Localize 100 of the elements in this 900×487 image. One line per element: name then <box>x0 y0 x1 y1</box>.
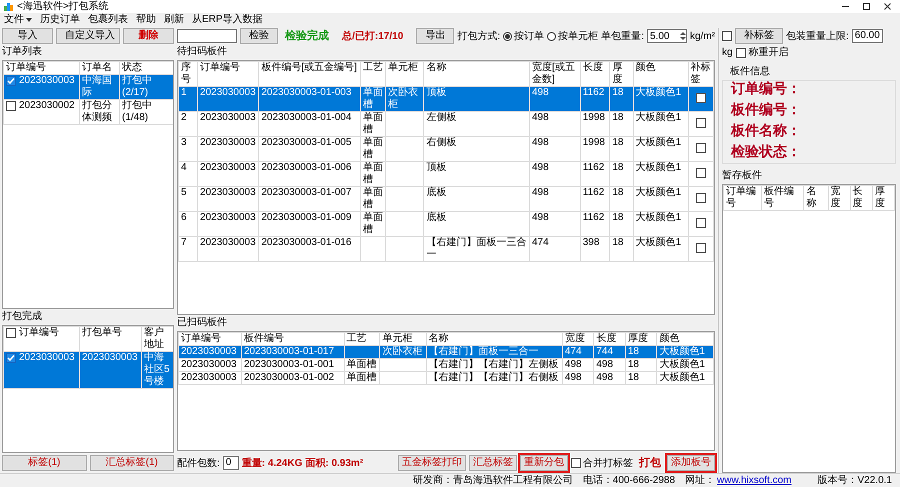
spinner-field[interactable]: 5.00 <box>646 29 687 43</box>
table-row[interactable]: 2 2023030003 2023030003-01-004 单面槽 左侧板 498 1998 18 大板颜色1 <box>178 112 714 136</box>
weight-text: 重量: 4.24KG <box>242 456 302 470</box>
button[interactable]: 检验 <box>240 28 278 44</box>
table-row[interactable]: 4 2023030003 2023030003-01-006 单面槽 顶板 498 1162 18 大板颜色1 <box>178 162 714 186</box>
menu-item[interactable]: 文件 <box>4 14 32 26</box>
checkbox[interactable] <box>696 168 706 178</box>
table-row[interactable]: 2023030002 打包分体测频 打包中(1/48) <box>4 100 173 124</box>
table-row[interactable]: 2023030003 2023030003-01-001 单面槽 【右建门】【右建门】左侧板 498 498 18 大板颜色1 <box>178 358 714 372</box>
table-row[interactable]: 2023030003 2023030003-01-017 次卧衣柜 【右建门】面板一三合一 474 744 18 大板颜色1 <box>178 346 714 358</box>
search-field[interactable] <box>177 29 237 43</box>
button[interactable]: 自定义导入 <box>56 28 120 44</box>
column-header: 名称 <box>424 62 530 86</box>
radio-option[interactable]: 按订单 <box>503 28 544 44</box>
checkbox[interactable] <box>696 118 706 128</box>
button[interactable]: 导出 <box>416 28 454 44</box>
status-text: 网址： <box>685 474 716 487</box>
section-label: 打包完成 <box>2 311 43 323</box>
checkbox-label: 称重开启 <box>748 46 789 60</box>
button[interactable]: 标签(1) <box>2 455 86 471</box>
spinner-arrows-icon[interactable] <box>680 31 686 41</box>
checkbox[interactable] <box>6 76 16 86</box>
table-cell: 498 <box>594 372 626 384</box>
column-header: 序号 <box>178 62 198 86</box>
status-text: 版本号：V22.0.1 <box>818 474 892 487</box>
section-label: 已扫码板件 <box>177 317 228 329</box>
table-row[interactable]: 6 2023030003 2023030003-01-009 单面槽 底板 498 1162 18 大板颜色1 <box>178 212 714 236</box>
checkbox[interactable] <box>6 328 16 338</box>
table-row[interactable]: 2023030003 2023030003 中海社区5号楼 <box>4 352 173 388</box>
menu-item[interactable]: 刷新 <box>164 14 184 26</box>
section-label: 待扫码板件 <box>177 46 228 58</box>
button[interactable]: 打包 <box>636 455 664 471</box>
table-row[interactable]: 2023030003 中海国际 打包中(2/17) <box>4 74 173 100</box>
button[interactable]: 删除 <box>123 28 174 44</box>
checkbox[interactable] <box>696 143 706 154</box>
window-title: <海迅软件>打包系统 <box>17 0 109 12</box>
table-cell: 2023030003-01-002 <box>241 372 344 384</box>
checkbox[interactable] <box>6 101 16 111</box>
table-cell: 498 <box>562 372 594 384</box>
checkbox[interactable] <box>6 353 16 363</box>
table-cell: 单面槽 <box>344 372 380 384</box>
checkbox[interactable] <box>696 93 706 104</box>
field-label: 板件名称： <box>731 123 802 141</box>
checkbox[interactable] <box>696 218 706 228</box>
checkbox[interactable] <box>571 458 581 468</box>
button[interactable]: 五金标签打印 <box>398 455 466 471</box>
table-cell: 【右建门】面板一三合一 <box>424 236 530 262</box>
menu-item[interactable]: 从ERP导入数据 <box>192 14 263 26</box>
table-row[interactable]: 5 2023030003 2023030003-01-007 单面槽 底板 498 1162 18 大板颜色1 <box>178 186 714 212</box>
radio-option[interactable]: 按单元柜 <box>547 28 598 44</box>
table-cell: 2023030003 <box>19 75 75 87</box>
field-label: 订单编号： <box>731 81 802 99</box>
table-cell: 2023030003 <box>19 352 75 364</box>
table-cell: 7 <box>178 236 198 262</box>
checkbox[interactable] <box>696 193 706 204</box>
menu-item[interactable]: 历史订单 <box>40 14 80 26</box>
unit-label: kg <box>722 46 733 60</box>
checkbox-option[interactable]: 合并打标签 <box>571 456 633 470</box>
field-label: 检验状态： <box>731 144 802 162</box>
app-icon <box>4 2 13 11</box>
checkbox[interactable] <box>736 48 746 58</box>
table-row[interactable]: 7 2023030003 2023030003-01-016 【右建门】面板一三合一 474 398 18 大板颜色1 <box>178 236 714 262</box>
input-field[interactable]: 0 <box>222 456 239 470</box>
table-cell: 18 <box>610 236 634 262</box>
table-cell: 【右建门】【右建门】右侧板 <box>426 372 562 384</box>
field-label: 单包重量: <box>601 30 644 44</box>
column-header: 名称 <box>426 332 562 346</box>
menu-item[interactable]: 包裹列表 <box>88 14 128 26</box>
caret-icon <box>26 18 32 22</box>
table-cell: 打包中(1/48) <box>120 100 173 124</box>
column-header: 名称 <box>804 186 828 210</box>
button[interactable]: 汇总标签 <box>469 455 517 471</box>
table-cell: 2023030003 <box>198 236 259 262</box>
close-icon[interactable] <box>883 2 892 11</box>
table-cell: 大板颜色1 <box>633 236 688 262</box>
field-label: 包装重量上限: <box>786 30 849 44</box>
table-row[interactable]: 1 2023030003 2023030003-01-003 单面槽 次卧衣柜 顶板 498 1162 18 大板颜色1 <box>178 86 714 112</box>
checkbox[interactable] <box>722 31 732 41</box>
menu-item[interactable]: 帮助 <box>136 14 156 26</box>
table-row[interactable]: 3 2023030003 2023030003-01-005 单面槽 右侧板 498 1998 18 大板颜色1 <box>178 136 714 162</box>
table-cell: 474 <box>530 236 580 262</box>
column-header: 订单编号 <box>724 186 762 210</box>
field-label: 板件编号： <box>731 102 802 120</box>
table-cell: 2023030003-01-016 <box>258 236 360 262</box>
column-header: 宽度 <box>828 186 850 210</box>
table-row[interactable]: 2023030003 2023030003-01-002 单面槽 【右建门】【右建门】右侧板 498 498 18 大板颜色1 <box>178 372 714 384</box>
column-header: 厚度 <box>872 186 894 210</box>
input-field[interactable]: 60.00 <box>852 29 883 43</box>
button[interactable]: 导入 <box>2 28 53 44</box>
website-link[interactable]: www.hixsoft.com <box>717 473 792 487</box>
button[interactable]: 添加板号 <box>667 455 715 471</box>
checkbox-label: 合并打标签 <box>583 456 633 470</box>
status-text: 研发商：青岛海迅软件工程有限公司 <box>412 474 573 487</box>
button[interactable]: 汇总标签(1) <box>90 455 174 471</box>
maximize-icon[interactable] <box>862 2 871 11</box>
button[interactable]: 补标签 <box>735 28 783 44</box>
column-header: 板件编号 <box>241 332 344 346</box>
checkbox[interactable] <box>696 243 706 254</box>
button[interactable]: 重新分包 <box>520 455 568 471</box>
table-cell: 中海社区5号楼 <box>142 352 173 388</box>
